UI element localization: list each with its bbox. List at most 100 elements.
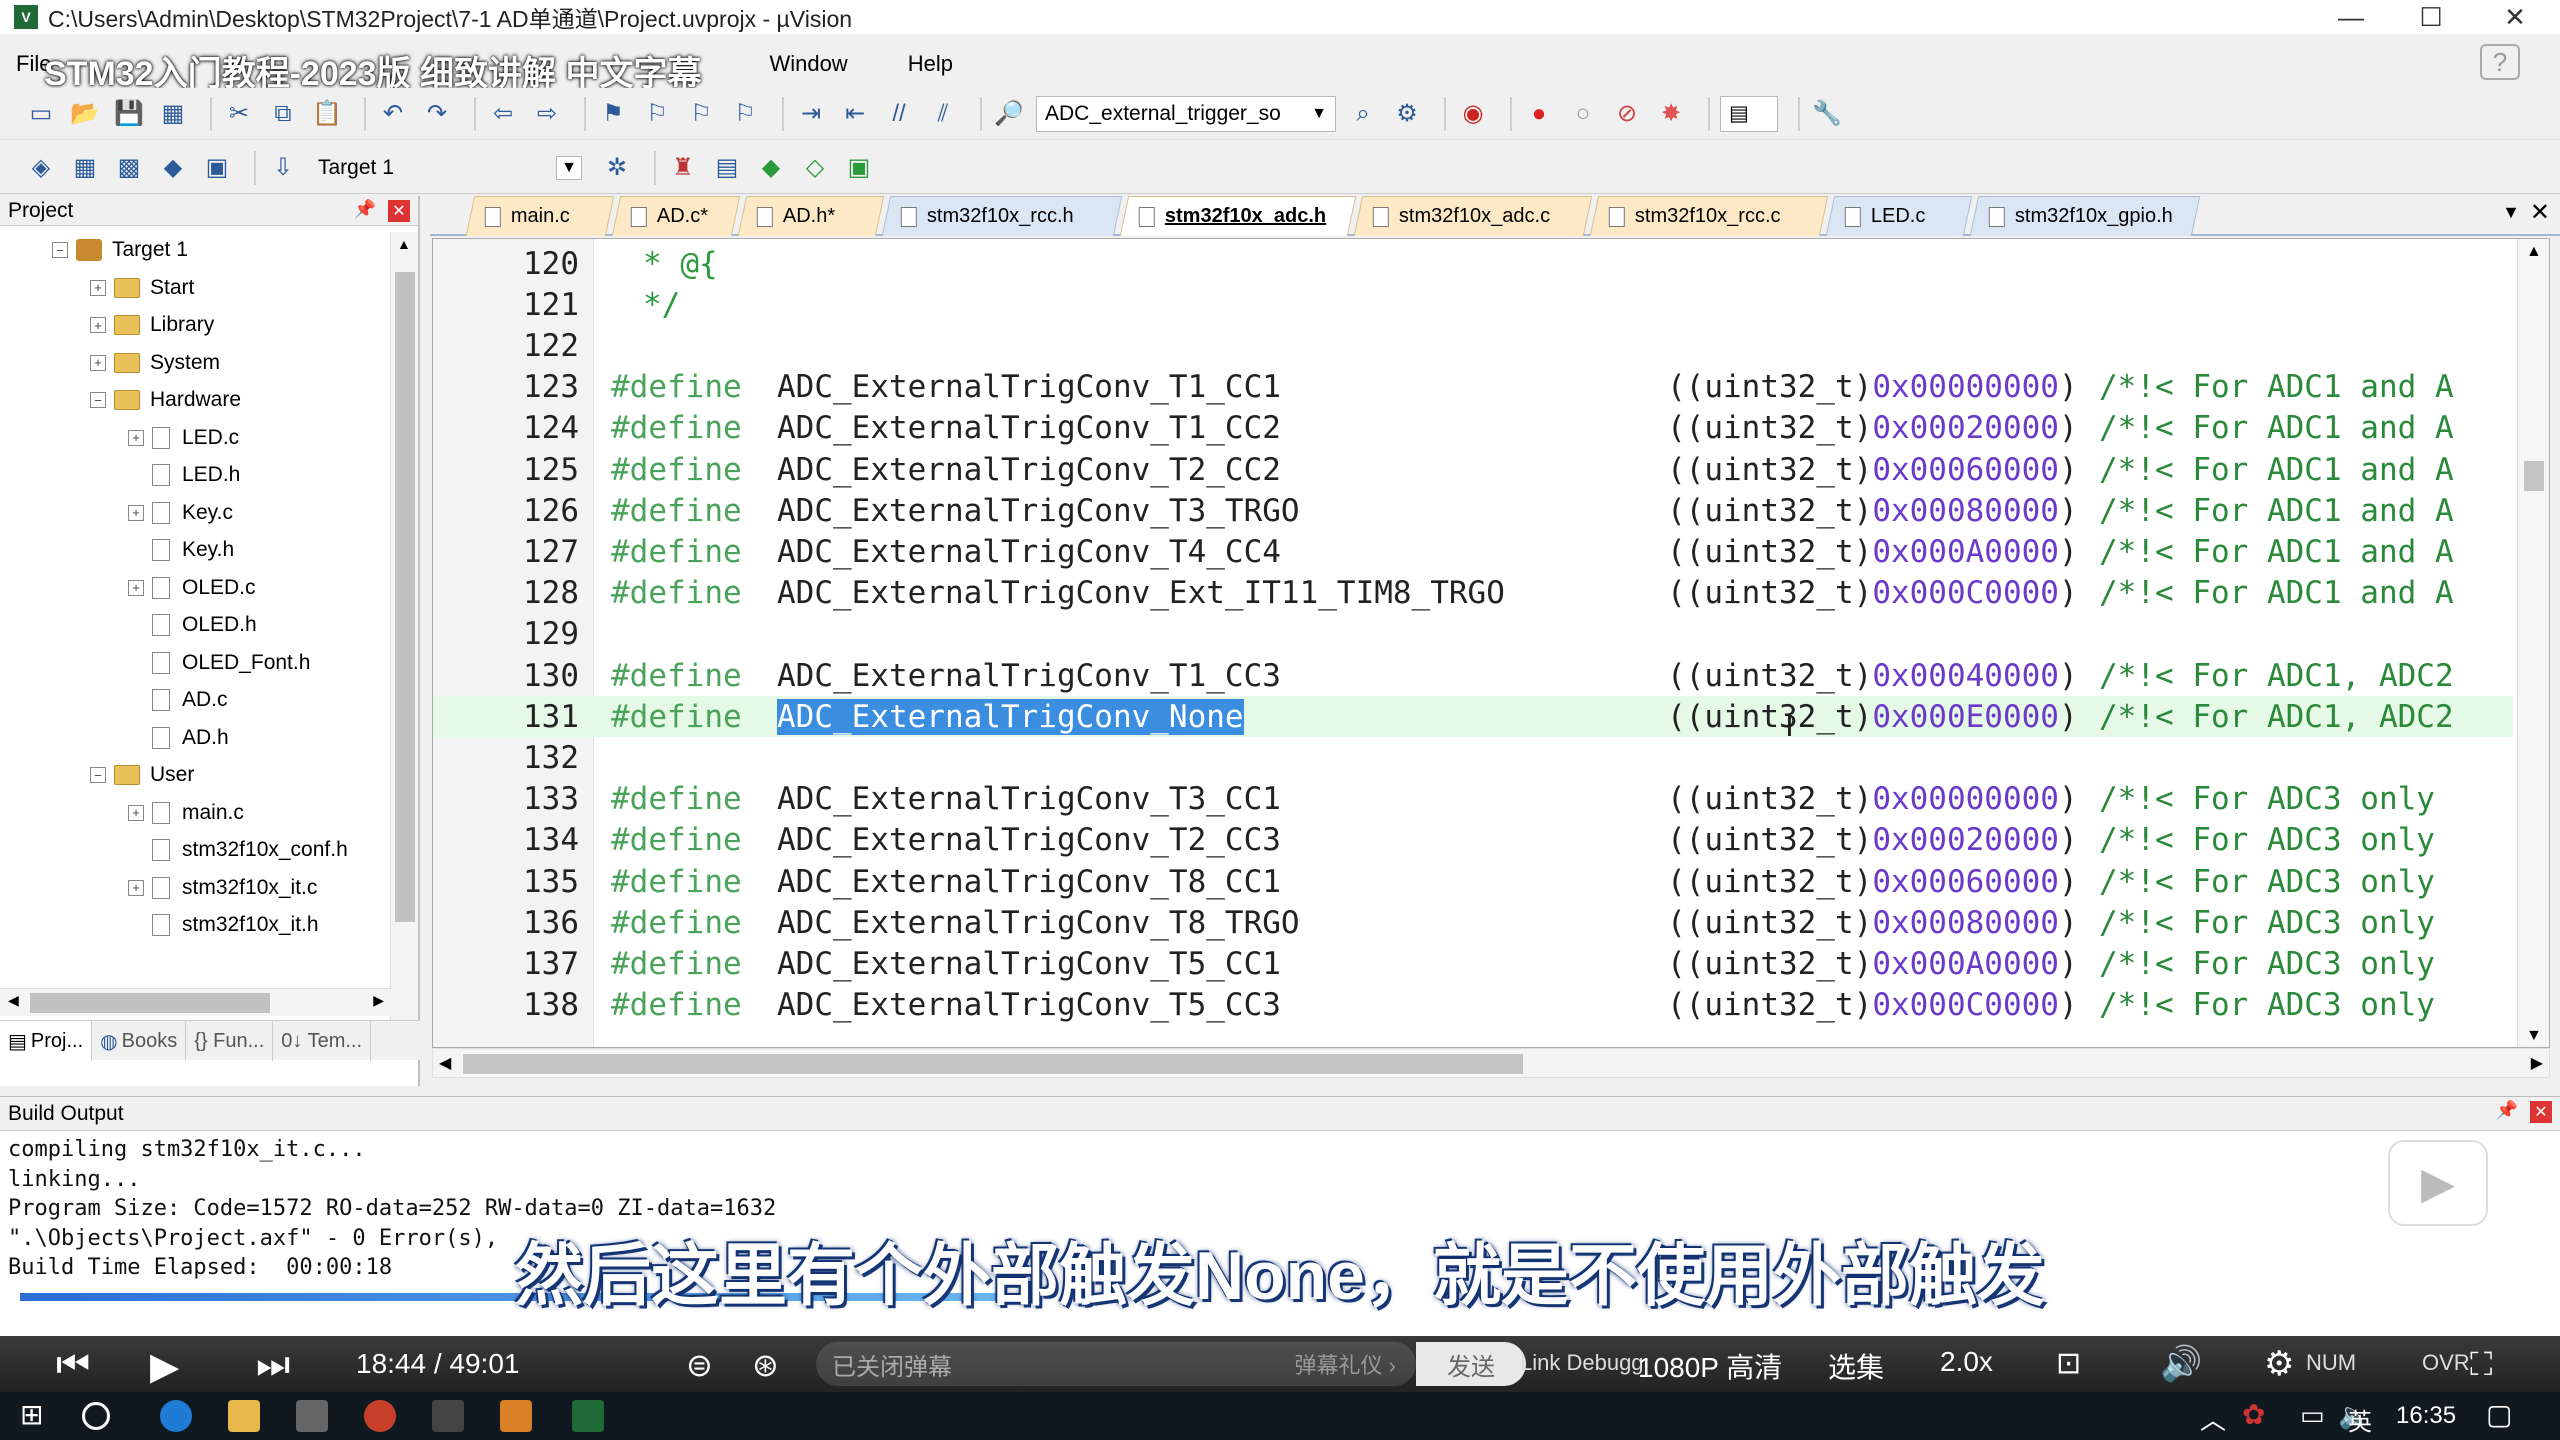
pack-installer-icon[interactable]: ◇ <box>798 151 832 185</box>
tree-item[interactable]: − Target 1 <box>52 232 188 268</box>
project-hscroll-thumb[interactable] <box>30 993 270 1013</box>
next-bookmark-icon[interactable]: ⚐ <box>684 97 718 131</box>
menu-help[interactable]: Help <box>908 51 953 77</box>
code-line[interactable]: 129 <box>433 614 2513 655</box>
tree-item[interactable]: + LED.c <box>128 420 239 456</box>
code-line[interactable]: 138 #define ADC_ExternalTrigConv_T5_CC3 ((u… <box>433 985 2513 1026</box>
debug-session-icon[interactable]: ◉ <box>1456 97 1490 131</box>
danmaku-etiquette-link[interactable]: 弹幕礼仪 › <box>1295 1348 1396 1380</box>
tree-item[interactable]: OLED_Font.h <box>128 645 310 681</box>
speed-selector[interactable]: 2.0x <box>1940 1346 1993 1378</box>
select-software-packs-icon[interactable]: ▣ <box>842 151 876 185</box>
collapse-icon[interactable]: − <box>90 392 106 408</box>
scroll-right-icon[interactable]: ▶ <box>2531 1053 2543 1073</box>
find-icon[interactable]: ⚙ <box>1390 97 1424 131</box>
tab-templates[interactable]: 0↓ Tem... <box>273 1021 372 1061</box>
project-vscrollbar[interactable]: ▲ <box>390 232 418 1022</box>
configure-icon[interactable]: 🔧 <box>1810 97 1844 131</box>
project-hscrollbar[interactable]: ◀ ▶ <box>0 988 392 1016</box>
kill-breakpoints-icon[interactable]: ✸ <box>1654 97 1688 131</box>
uvision-taskbar-icon[interactable] <box>572 1400 604 1432</box>
open-file-icon[interactable]: 📂 <box>68 97 102 131</box>
powerpoint-icon[interactable] <box>364 1400 396 1432</box>
code-line[interactable]: 137 #define ADC_ExternalTrigConv_T5_CC1 ((u… <box>433 943 2513 984</box>
code-line[interactable]: 136 #define ADC_ExternalTrigConv_T8_TRGO ((… <box>433 902 2513 943</box>
cut-icon[interactable]: ✂ <box>222 97 256 131</box>
tree-item[interactable]: stm32f10x_conf.h <box>128 832 348 868</box>
code-line[interactable]: 128 #define ADC_ExternalTrigConv_Ext_IT11_… <box>433 573 2513 614</box>
tree-item[interactable]: + System <box>90 345 220 381</box>
photos-icon[interactable] <box>432 1400 464 1432</box>
notification-icon[interactable]: ▢ <box>2486 1398 2512 1431</box>
indent-icon[interactable]: ⇥ <box>794 97 828 131</box>
taskbar-lang[interactable]: 英 <box>2348 1402 2372 1437</box>
expand-icon[interactable]: + <box>90 354 106 371</box>
bookmark-icon[interactable]: ⚑ <box>596 97 630 131</box>
code-line[interactable]: 126 #define ADC_ExternalTrigConv_T3_TRGO ((… <box>433 490 2513 531</box>
code-line[interactable]: 125 #define ADC_ExternalTrigConv_T2_CC2 ((u… <box>433 449 2513 490</box>
code-line[interactable]: 132 <box>433 737 2513 778</box>
code-line[interactable]: 133 #define ADC_ExternalTrigConv_T3_CC1 ((u… <box>433 779 2513 820</box>
paste-icon[interactable]: 📋 <box>310 97 344 131</box>
play-icon[interactable]: ▶ <box>150 1344 179 1389</box>
code-line[interactable]: 120 * @{ <box>433 243 2513 284</box>
code-line[interactable]: 135 #define ADC_ExternalTrigConv_T8_CC1 ((u… <box>433 861 2513 902</box>
file-tab[interactable]: stm32f10x_adc.c <box>1353 196 1593 236</box>
scroll-left-icon[interactable]: ◀ <box>439 1053 451 1073</box>
subtitle-toggle-icon[interactable]: ⊡ <box>2056 1346 2081 1381</box>
code-line[interactable]: 122 <box>433 325 2513 366</box>
code-line[interactable]: 134 #define ADC_ExternalTrigConv_T2_CC3 ((u… <box>433 820 2513 861</box>
rte-icon[interactable]: ◆ <box>754 151 788 185</box>
tab-functions[interactable]: {} Fun... <box>186 1021 274 1061</box>
expand-icon[interactable]: + <box>128 429 144 446</box>
file-tab[interactable]: stm32f10x_adc.h <box>1119 196 1357 236</box>
tray-chevron-icon[interactable]: ︿ <box>2200 1400 2226 1437</box>
file-tab[interactable]: AD.h* <box>737 196 885 236</box>
collapse-icon[interactable]: − <box>52 242 68 258</box>
incremental-find-icon[interactable]: ⌕ <box>1346 97 1380 131</box>
episodes-button[interactable]: 选集 <box>1828 1346 1884 1386</box>
expand-icon[interactable]: + <box>128 504 144 521</box>
uncomment-icon[interactable]: ⫽ <box>926 97 960 131</box>
close-icon[interactable]: ✕ <box>388 200 410 222</box>
target-options-icon[interactable]: ✲ <box>600 151 634 185</box>
danmaku-toggle-icon[interactable]: ⊜ <box>686 1346 713 1384</box>
file-extensions-icon[interactable]: ▤ <box>710 151 744 185</box>
settings-gear-icon[interactable]: ⚙ <box>2264 1344 2294 1384</box>
tab-list-chevron-icon[interactable]: ▼ <box>2502 202 2520 223</box>
collapse-icon[interactable]: − <box>90 767 106 783</box>
scroll-up-icon[interactable]: ▲ <box>2526 243 2542 261</box>
disable-breakpoint-icon[interactable]: ○ <box>1566 97 1600 131</box>
minimize-button[interactable]: — <box>2316 0 2386 34</box>
tree-item[interactable]: OLED.h <box>128 607 257 643</box>
pin-icon[interactable]: 📌 <box>2496 1100 2518 1121</box>
file-tab[interactable]: stm32f10x_rcc.h <box>881 196 1123 236</box>
editor-hscroll-thumb[interactable] <box>463 1054 1523 1074</box>
download-icon[interactable]: ⇩ <box>266 151 300 185</box>
file-explorer-icon[interactable] <box>228 1400 260 1432</box>
prev-bookmark-icon[interactable]: ⚐ <box>640 97 674 131</box>
code-line[interactable]: 127 #define ADC_ExternalTrigConv_T4_CC4 ((u… <box>433 531 2513 572</box>
code-line[interactable]: 131 #define ADC_ExternalTrigConv_None ((uin… <box>433 696 2513 738</box>
close-window-button[interactable]: ✕ <box>2480 0 2550 34</box>
breakpoint-icon[interactable]: ● <box>1522 97 1556 131</box>
danmaku-settings-icon[interactable]: ⊛ <box>752 1346 779 1384</box>
search-icon[interactable] <box>82 1402 110 1430</box>
stop-build-icon[interactable]: ▣ <box>200 151 234 185</box>
tree-item[interactable]: AD.c <box>128 682 228 718</box>
editor-vscrollbar[interactable]: ▲ ▼ <box>2517 239 2549 1047</box>
fullscreen-icon[interactable]: ⛶ <box>2470 1346 2492 1384</box>
danmaku-input[interactable]: 已关闭弹幕 弹幕礼仪 › <box>816 1342 1416 1386</box>
app-icon[interactable] <box>500 1400 532 1432</box>
code-line[interactable]: 123 #define ADC_ExternalTrigConv_T1_CC1 ((u… <box>433 367 2513 408</box>
windows-start-icon[interactable]: ⊞ <box>20 1398 52 1430</box>
close-tab-icon[interactable]: ✕ <box>2530 198 2550 227</box>
tab-books[interactable]: ◍ Books <box>92 1021 187 1061</box>
volume-icon[interactable]: 🔊 <box>2160 1344 2202 1384</box>
tray-app-icon[interactable]: ✿ <box>2242 1398 2265 1431</box>
disable-all-breakpoints-icon[interactable]: ⊘ <box>1610 97 1644 131</box>
redo-icon[interactable]: ↷ <box>420 97 454 131</box>
rebuild-icon[interactable]: ▩ <box>112 151 146 185</box>
expand-icon[interactable]: + <box>128 579 144 596</box>
copy-icon[interactable]: ⧉ <box>266 97 300 131</box>
